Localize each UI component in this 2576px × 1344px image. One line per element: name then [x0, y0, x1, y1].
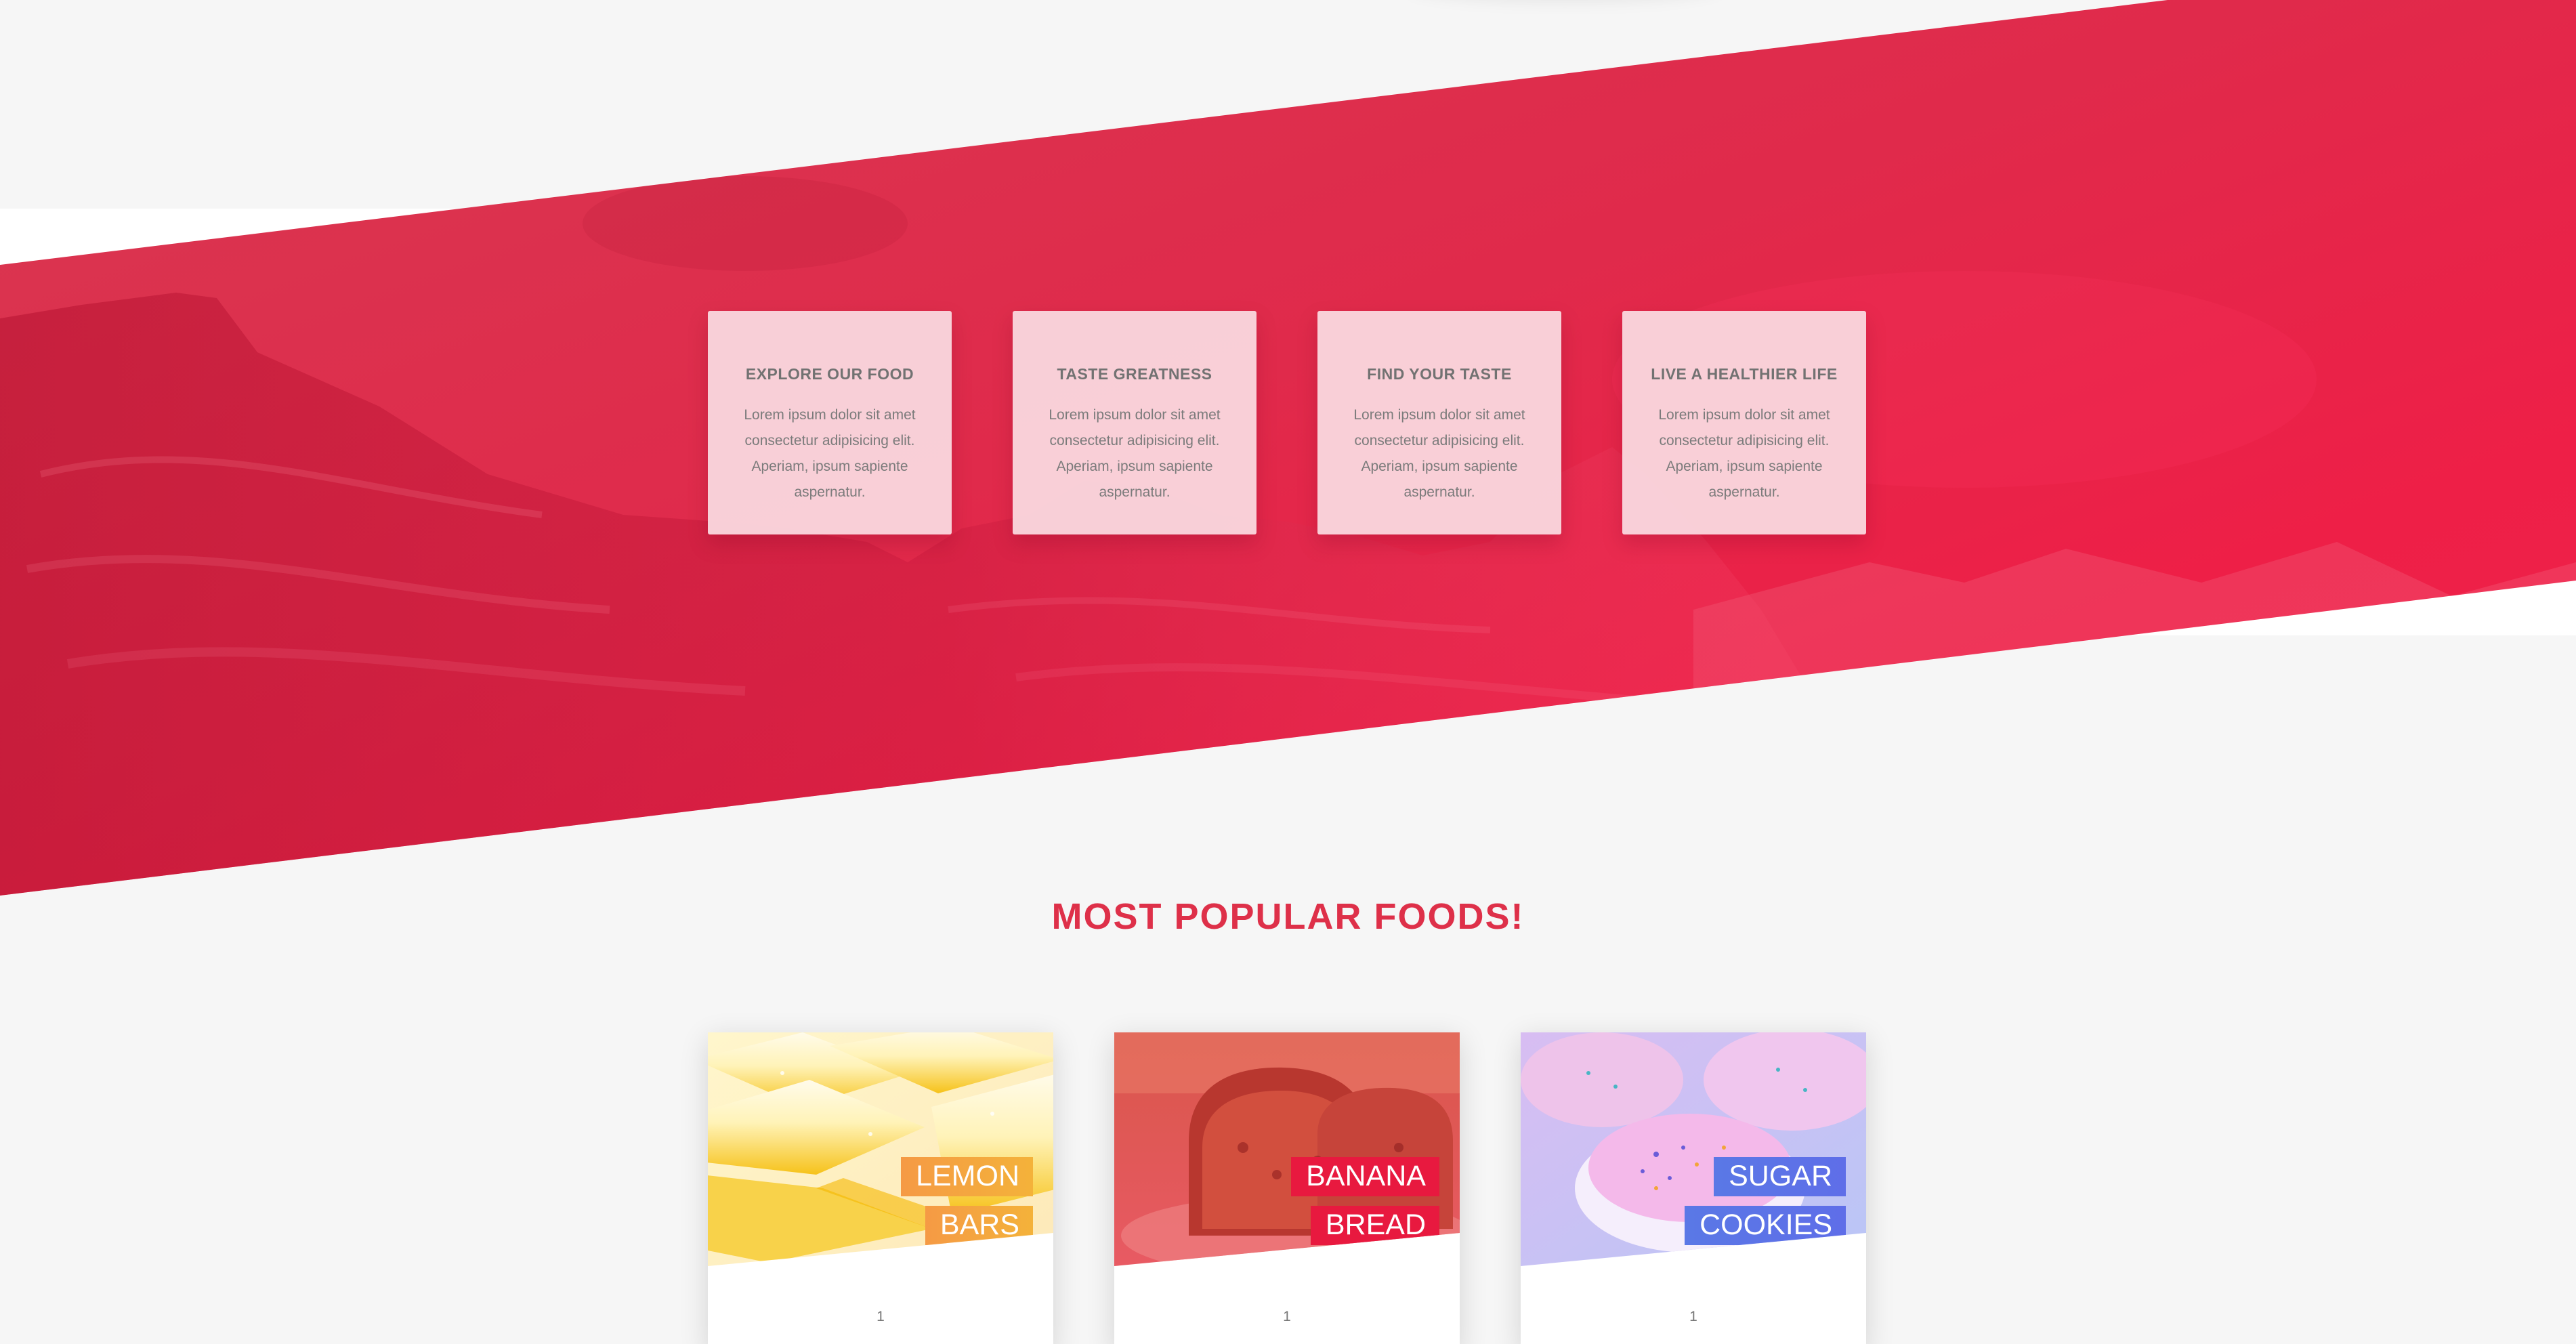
feature-card-explore: EXPLORE OUR FOOD Lorem ipsum dolor sit a… — [708, 311, 952, 534]
food-name: LEMON BARS — [901, 1157, 1033, 1245]
feature-card-taste: TASTE GREATNESS Lorem ipsum dolor sit am… — [1013, 311, 1257, 534]
sugar-cookies-image: SUGAR COOKIES — [1521, 1032, 1866, 1266]
hero-banner: EXPLORE OUR FOOD Lorem ipsum dolor sit a… — [0, 0, 2576, 896]
food-number: 1 — [877, 1309, 885, 1324]
section-title: MOST POPULAR FOODS! — [1051, 896, 1525, 937]
banana-bread-image: BANANA BREAD — [1114, 1032, 1460, 1266]
feature-card-find: FIND YOUR TASTE Lorem ipsum dolor sit am… — [1317, 311, 1561, 534]
food-number: 1 — [1283, 1309, 1291, 1324]
feature-title: EXPLORE OUR FOOD — [745, 365, 914, 383]
food-label-sugar-cookies: SUGAR COOKIES — [1676, 1152, 1846, 1249]
lemon-bars-image: LEMON BARS — [708, 1032, 1053, 1266]
food-card-sugar-cookies[interactable]: SUGAR COOKIES 1 — [1521, 1032, 1866, 1344]
food-name: SUGAR COOKIES — [1685, 1157, 1846, 1245]
feature-description: Lorem ipsum dolor sit amet consectetur a… — [744, 407, 916, 500]
food-card-lemon-bars[interactable]: LEMON BARS 1 — [708, 1032, 1053, 1344]
feature-description: Lorem ipsum dolor sit amet consectetur a… — [1049, 407, 1221, 500]
food-label-lemon-bars: LEMON BARS — [870, 1152, 1033, 1249]
feature-title: LIVE A HEALTHIER LIFE — [1651, 365, 1838, 383]
food-label-banana-bread: BANANA BREAD — [1236, 1152, 1439, 1249]
feature-title: TASTE GREATNESS — [1057, 365, 1212, 383]
feature-title: FIND YOUR TASTE — [1367, 365, 1512, 383]
feature-description: Lorem ipsum dolor sit amet consectetur a… — [1658, 407, 1830, 500]
feature-cards: EXPLORE OUR FOOD Lorem ipsum dolor sit a… — [708, 311, 1866, 534]
feature-card-healthier: LIVE A HEALTHIER LIFE Lorem ipsum dolor … — [1622, 311, 1866, 534]
food-name: BANANA BREAD — [1291, 1157, 1439, 1245]
food-number: 1 — [1689, 1309, 1697, 1324]
feature-description: Lorem ipsum dolor sit amet consectetur a… — [1353, 407, 1525, 500]
food-card-banana-bread[interactable]: BANANA BREAD 1 — [1114, 1032, 1460, 1344]
header-shadow — [1409, 0, 1720, 3]
